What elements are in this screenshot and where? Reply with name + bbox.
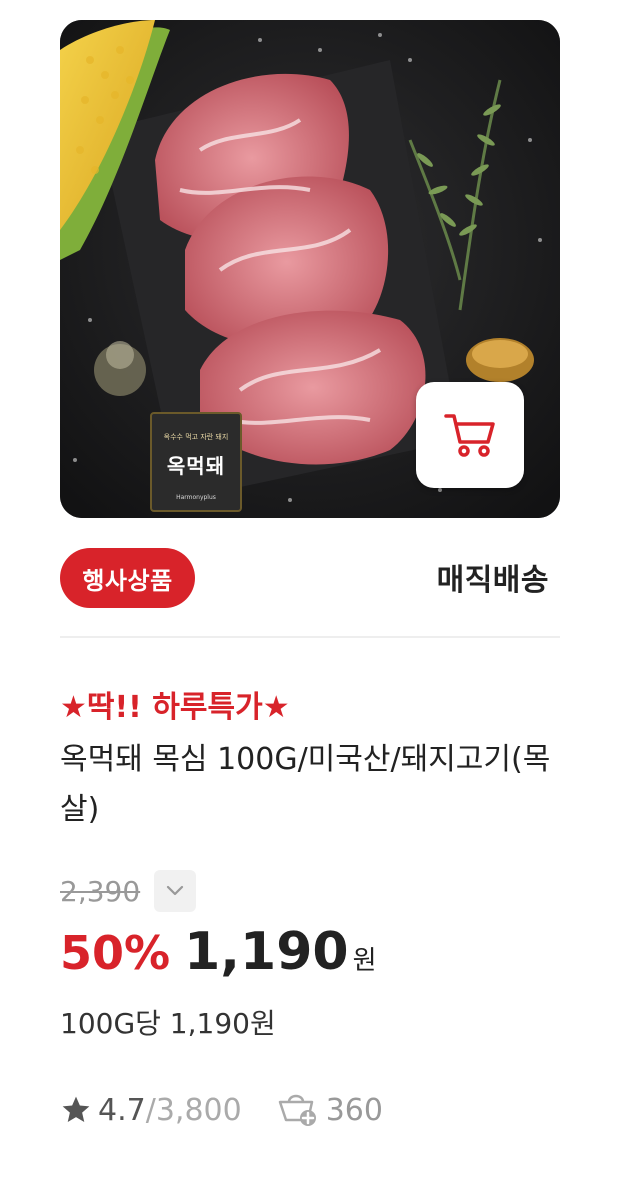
brand-badge: 옥수수 먹고 자란 돼지 옥먹돼 Harmonyplus (150, 412, 242, 512)
product-card[interactable]: 옥수수 먹고 자란 돼지 옥먹돼 Harmonyplus 행사상품 매직배송 ★… (0, 0, 619, 1183)
currency-unit: 원 (352, 946, 377, 976)
cart-count: 360 (325, 1092, 383, 1128)
product-image[interactable]: 옥수수 먹고 자란 돼지 옥먹돼 Harmonyplus (60, 20, 560, 518)
review-count[interactable]: 3,800 (156, 1093, 242, 1128)
price-detail-toggle[interactable] (154, 870, 197, 912)
cart-icon (444, 414, 495, 457)
rating-value: 4.7 (98, 1092, 146, 1128)
brand-badge-subtitle: 옥수수 먹고 자란 돼지 (163, 433, 229, 441)
sale-price: 1,190 (184, 922, 349, 982)
brand-badge-english: Harmonyplus (176, 494, 216, 501)
star-icon (62, 1096, 90, 1122)
cart-plus-icon (278, 1094, 316, 1126)
rating-row: 4.7 / 3,800 360 (60, 1088, 383, 1132)
promo-title[interactable]: ★딱!! 하루특가★ (60, 682, 290, 726)
divider (60, 636, 560, 638)
product-name[interactable]: 옥먹돼 목심 100G/미국산/돼지고기(목살) (60, 735, 560, 835)
sale-price-row: 50% 1,190 원 (60, 922, 377, 988)
original-price: 2,390 (60, 874, 141, 908)
unit-price: 100G당 1,190원 (60, 1007, 276, 1040)
event-badge: 행사상품 (60, 548, 195, 608)
chevron-down-icon (167, 885, 184, 896)
delivery-label: 매직배송 (436, 563, 549, 598)
brand-badge-name: 옥먹돼 (166, 454, 226, 478)
add-to-cart-button[interactable] (416, 382, 524, 488)
original-price-row: 2,390 (60, 870, 197, 912)
rating-separator: / (145, 1092, 156, 1128)
discount-rate: 50% (60, 926, 171, 980)
